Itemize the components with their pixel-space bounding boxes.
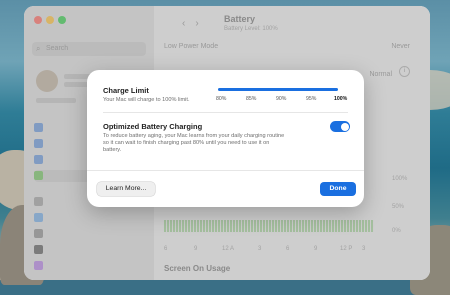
learn-more-button[interactable]: Learn More... (97, 182, 155, 196)
charge-limit-title: Charge Limit (103, 86, 149, 95)
optimized-description-line: so it can wait to finish charging past 8… (103, 140, 270, 147)
slider-tick-label-selected: 100% (334, 96, 348, 102)
slider-tick-label: 85% (246, 96, 257, 102)
optimized-charging-toggle[interactable] (330, 121, 350, 132)
charge-limit-slider[interactable] (218, 88, 338, 91)
divider (87, 170, 364, 171)
optimized-description-line: battery. (103, 147, 122, 154)
optimized-description-line: To reduce battery aging, your Mac learns… (103, 133, 285, 139)
done-button[interactable]: Done (320, 182, 356, 196)
divider (103, 112, 348, 113)
charge-limit-description: Your Mac will charge to 100% limit. (103, 97, 190, 103)
battery-options-dialog: Charge Limit Your Mac will charge to 100… (87, 70, 364, 207)
toggle-knob (340, 122, 349, 131)
slider-tick-label: 90% (276, 96, 287, 102)
slider-tick-label: 95% (306, 96, 317, 102)
slider-tick-label: 80% (216, 96, 227, 102)
optimized-charging-description: To reduce battery aging, your Mac learns… (103, 133, 338, 155)
optimized-charging-title: Optimized Battery Charging (103, 122, 203, 131)
